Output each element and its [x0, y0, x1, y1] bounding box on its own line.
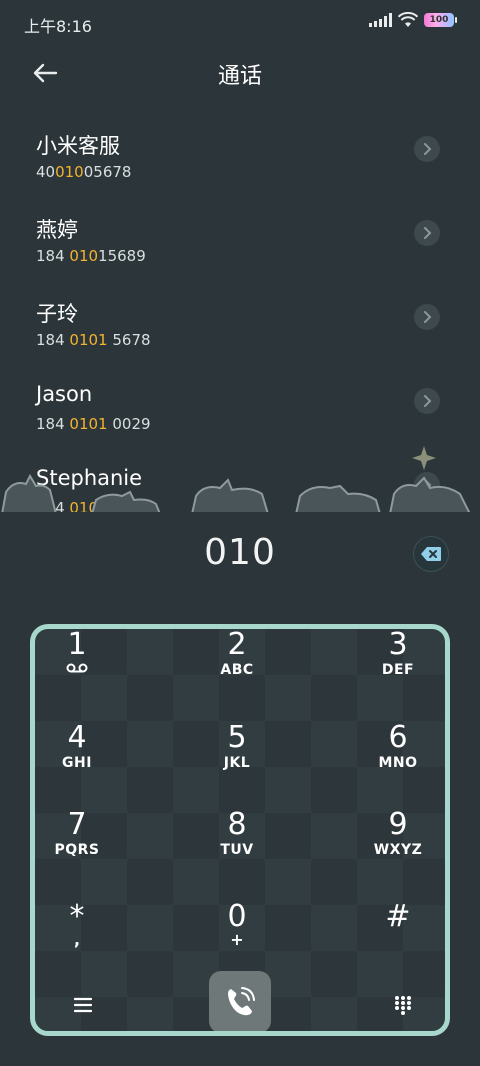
- contact-number: 184 0101 0029: [36, 415, 151, 433]
- backspace-icon: [421, 547, 441, 561]
- status-time: 上午8:16: [24, 17, 92, 36]
- key-5[interactable]: 5 JKL: [177, 722, 297, 802]
- chevron-right-icon: [424, 311, 432, 323]
- dialpad-toggle-button[interactable]: [385, 987, 421, 1023]
- key-6[interactable]: 6 MNO: [338, 722, 445, 802]
- contact-number: 184 0102 4685: [36, 499, 151, 512]
- page-title: 通话: [217, 64, 262, 89]
- header: 通话: [0, 50, 480, 96]
- contact-row[interactable]: 小米客服 4001005678: [0, 104, 480, 188]
- key-2[interactable]: 2 ABC: [177, 629, 297, 709]
- contact-row[interactable]: 子玲 184 0101 5678: [0, 272, 480, 356]
- number-match-highlight: 0102: [69, 499, 108, 512]
- contact-row[interactable]: Stephanie 184 0102 4685: [0, 440, 480, 512]
- chevron-right-icon: [424, 227, 432, 239]
- contact-detail-button[interactable]: [414, 136, 440, 162]
- status-icons: 100: [369, 12, 457, 28]
- keypad: 1 2 ABC 3 DEF 4 GHI 5 JKL 6 MNO 7 PQRS 8…: [30, 624, 450, 1036]
- contact-name: 小米客服: [36, 134, 120, 158]
- phone-call-icon: [228, 987, 255, 1016]
- number-match-highlight: 0101: [69, 415, 108, 433]
- wifi-icon: [398, 12, 418, 27]
- key-pound[interactable]: #: [338, 901, 445, 981]
- key-9[interactable]: 9 WXYZ: [338, 809, 445, 889]
- contact-number: 184 0101 5678: [36, 331, 151, 349]
- contact-name: Jason: [36, 382, 93, 406]
- chevron-right-icon: [424, 395, 432, 407]
- dialpad-icon: [395, 996, 411, 1015]
- contact-detail-button[interactable]: [414, 304, 440, 330]
- contact-name: Stephanie: [36, 466, 143, 490]
- call-button[interactable]: [209, 971, 271, 1031]
- key-4[interactable]: 4 GHI: [35, 722, 137, 802]
- contact-number: 184 01015689: [36, 247, 146, 265]
- key-1[interactable]: 1: [35, 629, 137, 709]
- contact-list: 小米客服 4001005678 燕婷 184 01015689 子玲 184 0…: [0, 104, 480, 512]
- contact-name: 子玲: [36, 302, 78, 326]
- contact-detail-button[interactable]: [414, 220, 440, 246]
- battery-icon: 100: [424, 13, 457, 27]
- chevron-right-icon: [424, 143, 432, 155]
- key-8[interactable]: 8 TUV: [177, 809, 297, 889]
- contact-row[interactable]: Jason 184 0101 0029: [0, 356, 480, 440]
- key-0[interactable]: 0 +: [177, 901, 297, 981]
- dialed-number[interactable]: 010: [0, 532, 480, 573]
- status-bar: 上午8:16 100: [0, 0, 480, 46]
- key-3[interactable]: 3 DEF: [338, 629, 445, 709]
- signal-icon: [369, 13, 392, 27]
- contact-number: 4001005678: [36, 163, 132, 181]
- dialer-panel: 010 1 2 ABC 3 DEF 4 GHI 5 JKL 6 MNO 7 PQ…: [0, 512, 480, 1066]
- menu-icon: [74, 997, 92, 1013]
- number-match-highlight: 010: [55, 163, 84, 181]
- key-7[interactable]: 7 PQRS: [35, 809, 137, 889]
- contact-detail-button[interactable]: [414, 388, 440, 414]
- delete-button[interactable]: [413, 536, 449, 572]
- contact-name: 燕婷: [36, 218, 78, 242]
- contact-detail-button[interactable]: [414, 472, 440, 498]
- voicemail-icon: [66, 663, 88, 673]
- number-match-highlight: 010: [69, 247, 99, 265]
- number-match-highlight: 0101: [69, 331, 108, 349]
- contact-row[interactable]: 燕婷 184 01015689: [0, 188, 480, 272]
- chevron-right-icon: [424, 479, 432, 491]
- menu-button[interactable]: [65, 987, 101, 1023]
- key-star[interactable]: * ,: [35, 901, 137, 981]
